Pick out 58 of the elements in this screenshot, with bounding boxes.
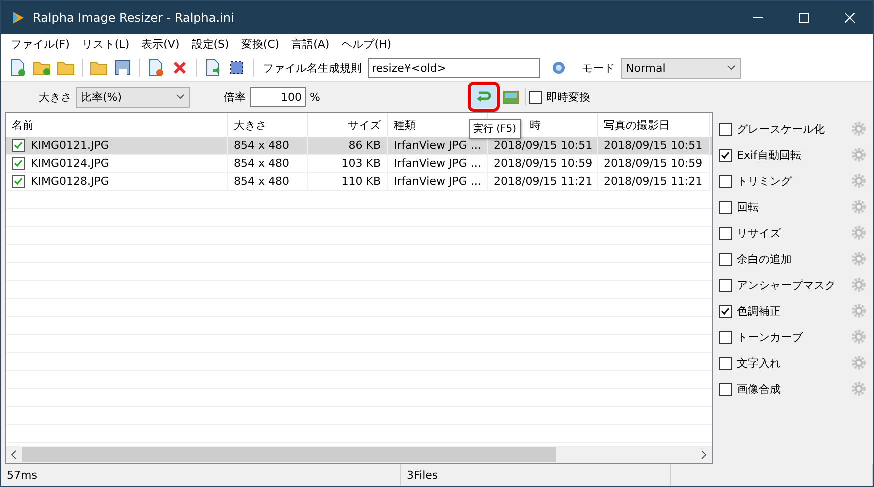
mode-label: モード — [582, 60, 615, 76]
rule-field[interactable]: resize¥<old> — [368, 58, 540, 78]
tooltip: 実行 (F5) — [469, 119, 521, 139]
filter-label: リサイズ — [737, 226, 782, 240]
filter-label: アンシャープマスク — [737, 278, 837, 292]
filter-checkbox[interactable] — [719, 278, 732, 292]
menu-item[interactable]: 言語(A) — [286, 37, 336, 52]
filter-checkbox[interactable] — [719, 122, 732, 136]
row-checkbox[interactable] — [12, 175, 25, 188]
filter-label: 余白の追加 — [737, 252, 793, 266]
chevron-down-icon — [727, 65, 736, 71]
menu-item[interactable]: 表示(V) — [136, 37, 186, 52]
menu-item[interactable]: ファイル(F) — [5, 37, 76, 52]
instant-label: 即時変換 — [546, 90, 590, 104]
app-logo-icon — [11, 10, 25, 24]
filter-checkbox[interactable] — [719, 226, 732, 240]
status-text: 57ms — [1, 464, 401, 486]
filter-label: トーンカーブ — [737, 330, 804, 344]
filter-label: 文字入れ — [737, 356, 782, 370]
menu-item[interactable]: 変換(C) — [235, 37, 286, 52]
close-icon[interactable] — [845, 12, 855, 22]
filter-checkbox[interactable] — [719, 174, 732, 188]
filter-label: トリミング — [737, 174, 794, 188]
row-checkbox[interactable] — [12, 157, 25, 170]
row-checkbox[interactable] — [12, 139, 25, 152]
size-mode-dropdown[interactable]: 比率(%) — [76, 86, 190, 108]
menu-item[interactable]: ヘルプ(H) — [336, 37, 398, 52]
filter-checkbox[interactable] — [719, 330, 732, 344]
help-icon[interactable] — [552, 61, 566, 75]
window-title: Ralpha Image Resizer - Ralpha.ini — [33, 10, 236, 24]
filter-checkbox[interactable] — [719, 304, 732, 318]
size-label: 大きさ — [39, 90, 72, 104]
instant-checkbox[interactable] — [529, 90, 542, 104]
horizontal-scrollbar[interactable] — [6, 446, 712, 463]
menu-item[interactable]: リスト(L) — [76, 37, 136, 52]
filter-label: Exif自動回転 — [737, 148, 802, 162]
filter-checkbox[interactable] — [719, 200, 732, 214]
status-text: 3Files — [401, 464, 671, 486]
filter-label: グレースケール化 — [737, 122, 826, 136]
return-arrow-icon — [476, 90, 492, 104]
filter-checkbox[interactable] — [719, 382, 732, 396]
filter-label: 回転 — [737, 200, 760, 214]
filter-checkbox[interactable] — [719, 356, 732, 370]
filter-label: 色調補正 — [737, 304, 782, 318]
file-name: KIMG0124.JPG — [31, 157, 110, 170]
maximize-icon[interactable] — [799, 12, 809, 22]
ratio-label: 倍率 — [224, 90, 246, 104]
ratio-field[interactable]: 100 — [250, 87, 306, 107]
filter-label: 画像合成 — [737, 382, 782, 396]
rule-label: ファイル名生成規則 — [263, 60, 362, 76]
chevron-down-icon — [176, 94, 185, 100]
filter-checkbox[interactable] — [719, 148, 732, 162]
filter-checkbox[interactable] — [719, 252, 732, 266]
file-name: KIMG0128.JPG — [31, 175, 110, 188]
ratio-unit: % — [310, 90, 320, 104]
menu-item[interactable]: 設定(S) — [186, 37, 236, 52]
file-name: KIMG0121.JPG — [31, 139, 110, 152]
mode-dropdown[interactable]: Normal — [621, 58, 741, 78]
